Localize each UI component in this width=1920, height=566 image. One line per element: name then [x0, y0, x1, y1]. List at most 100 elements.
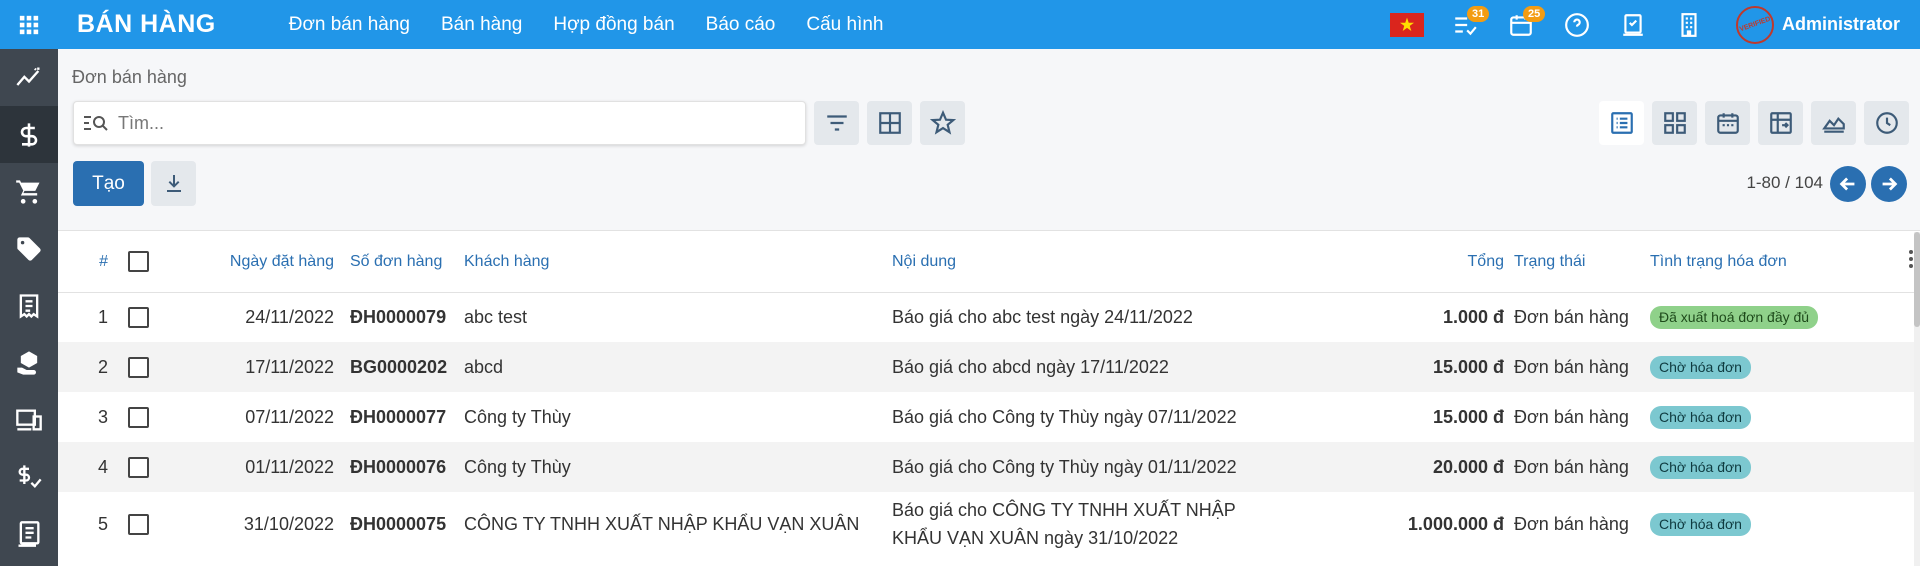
receipt-icon	[19, 293, 39, 319]
invoice-status-badge: Chờ hóa đơn	[1650, 405, 1751, 429]
pager-next-button[interactable]	[1871, 166, 1907, 202]
column-header-customer[interactable]: Khách hàng	[464, 232, 892, 293]
table-row[interactable]: 1 24/11/2022 ĐH0000079 abc test Báo giá …	[58, 292, 1914, 342]
calendar-view-icon	[1716, 113, 1739, 134]
activity-view-button[interactable]	[1864, 101, 1909, 145]
cell-spacer	[1890, 292, 1914, 342]
table-row[interactable]: 3 07/11/2022 ĐH0000077 Công ty Thùy Báo …	[58, 392, 1914, 442]
sidebar-item-sales[interactable]	[0, 106, 58, 163]
sidebar-item-devices[interactable]	[0, 391, 58, 448]
help-icon[interactable]	[1562, 10, 1592, 40]
cell-spacer	[1890, 442, 1914, 492]
sidebar-item-journal[interactable]	[0, 505, 58, 562]
column-header-invoice-status[interactable]: Tình trạng hóa đơn	[1650, 232, 1890, 293]
download-button[interactable]	[151, 161, 196, 206]
sidebar-item-payments[interactable]	[0, 448, 58, 505]
column-header-order-date[interactable]: Ngày đặt hàng	[164, 232, 344, 293]
calendar-view-button[interactable]	[1705, 101, 1750, 145]
company-building-icon[interactable]	[1674, 10, 1704, 40]
group-by-button[interactable]	[867, 101, 912, 145]
orders-table-container: # Ngày đặt hàng Số đơn hàng Khách hàng N…	[58, 232, 1914, 566]
activities-icon[interactable]: 31	[1450, 5, 1490, 40]
apps-menu-icon[interactable]	[0, 0, 58, 49]
vietnam-flag-icon[interactable]	[1389, 12, 1424, 37]
column-header-status[interactable]: Trạng thái	[1514, 232, 1650, 293]
area-chart-icon	[1821, 116, 1845, 133]
cell-status: Đơn bán hàng	[1514, 442, 1650, 492]
control-panel: Đơn bán hàng Tạo 1-80 / 104	[58, 49, 1920, 231]
cell-content: Báo giá cho Công ty Thùy ngày 07/11/2022	[892, 406, 1237, 427]
row-checkbox[interactable]	[128, 456, 149, 478]
filter-button[interactable]	[814, 101, 859, 145]
list-view-icon	[1610, 112, 1633, 134]
cell-order-date: 24/11/2022	[245, 306, 334, 327]
verified-stamp-avatar: VERIFIED	[1735, 5, 1774, 44]
table-row[interactable]: 4 01/11/2022 ĐH0000076 Công ty Thùy Báo …	[58, 442, 1914, 492]
kanban-view-button[interactable]	[1652, 101, 1697, 145]
search-box[interactable]	[73, 101, 806, 145]
calendar-icon[interactable]: 25	[1506, 5, 1546, 40]
cell-invoice-status: Chờ hóa đơn	[1650, 342, 1890, 392]
cell-order-number: ĐH0000079	[350, 306, 447, 327]
cell-order-date: 01/11/2022	[164, 442, 344, 492]
cell-invoice-status: Chờ hóa đơn	[1650, 392, 1890, 442]
arrow-left-icon	[1839, 177, 1855, 191]
menu-item-reports[interactable]: Báo cáo	[706, 14, 776, 36]
create-button[interactable]: Tạo	[73, 161, 144, 206]
checklist-icon[interactable]	[1618, 10, 1648, 40]
cell-invoice-status: Chờ hóa đơn	[1650, 492, 1890, 556]
invoice-status-badge: Chờ hóa đơn	[1650, 455, 1751, 479]
cell-spacer	[1890, 342, 1914, 392]
search-input[interactable]	[118, 112, 798, 134]
pager-previous-button[interactable]	[1830, 166, 1866, 202]
vertical-scrollbar[interactable]	[1914, 232, 1920, 566]
graph-view-button[interactable]	[1811, 101, 1856, 145]
cell-status: Đơn bán hàng	[1514, 513, 1629, 534]
pivot-icon	[1769, 112, 1792, 134]
row-checkbox[interactable]	[128, 356, 149, 378]
filter-icon	[826, 115, 847, 131]
list-view-button[interactable]	[1599, 101, 1644, 145]
row-checkbox[interactable]	[128, 307, 149, 329]
sidebar-item-dashboard[interactable]	[0, 49, 58, 106]
cell-content: Báo giá cho abc test ngày 24/11/2022	[892, 306, 1193, 327]
column-header-order-number[interactable]: Số đơn hàng	[344, 232, 464, 293]
menu-item-sales-orders[interactable]: Đơn bán hàng	[289, 14, 410, 36]
menu-item-sales[interactable]: Bán hàng	[441, 14, 522, 36]
pivot-view-button[interactable]	[1758, 101, 1803, 145]
row-select-cell	[116, 342, 164, 392]
sidebar-item-delivery[interactable]	[0, 334, 58, 391]
cell-order-number: ĐH0000075	[350, 513, 447, 534]
cell-invoice-status: Chờ hóa đơn	[1650, 442, 1890, 492]
column-header-total[interactable]: Tổng	[1340, 232, 1514, 293]
cell-order-number: BG0000202	[344, 342, 464, 392]
cell-content: Báo giá cho CÔNG TY TNHH XUẤT NHẬP KHẨU …	[892, 500, 1236, 548]
cell-status: Đơn bán hàng	[1514, 306, 1629, 327]
sidebar-item-shop[interactable]	[0, 163, 58, 220]
select-all-checkbox[interactable]	[128, 251, 149, 273]
row-number: 3	[97, 406, 108, 427]
column-header-number: #	[58, 232, 116, 293]
column-header-content[interactable]: Nội dung	[892, 232, 1340, 293]
table-row[interactable]: 2 17/11/2022 BG0000202 abcd Báo giá cho …	[58, 342, 1914, 392]
sidebar-item-tags[interactable]	[0, 220, 58, 277]
dollar-icon	[20, 122, 38, 147]
scrollbar-thumb[interactable]	[1914, 232, 1920, 327]
activities-badge: 31	[1466, 5, 1490, 22]
menu-item-sales-contracts[interactable]: Hợp đồng bán	[553, 14, 674, 36]
sidebar-item-receipts[interactable]	[0, 277, 58, 334]
invoice-status-badge: Chờ hóa đơn	[1650, 355, 1751, 379]
cell-order-number: ĐH0000077	[350, 406, 447, 427]
cell-order-date: 07/11/2022	[245, 406, 334, 427]
orders-table: # Ngày đặt hàng Số đơn hàng Khách hàng N…	[58, 232, 1914, 556]
row-checkbox[interactable]	[128, 406, 149, 428]
pager-value[interactable]: 1-80 / 104	[1746, 173, 1823, 193]
trend-chart-icon	[16, 67, 40, 86]
menu-item-configuration[interactable]: Cấu hình	[806, 14, 883, 36]
row-checkbox[interactable]	[128, 513, 149, 535]
cell-spacer	[1890, 392, 1914, 442]
favorites-button[interactable]	[920, 101, 965, 145]
column-options-button[interactable]	[1890, 232, 1914, 293]
user-menu[interactable]: Administrator	[1782, 14, 1900, 35]
table-row[interactable]: 5 31/10/2022 ĐH0000075 CÔNG TY TNHH XUẤT…	[58, 492, 1914, 556]
